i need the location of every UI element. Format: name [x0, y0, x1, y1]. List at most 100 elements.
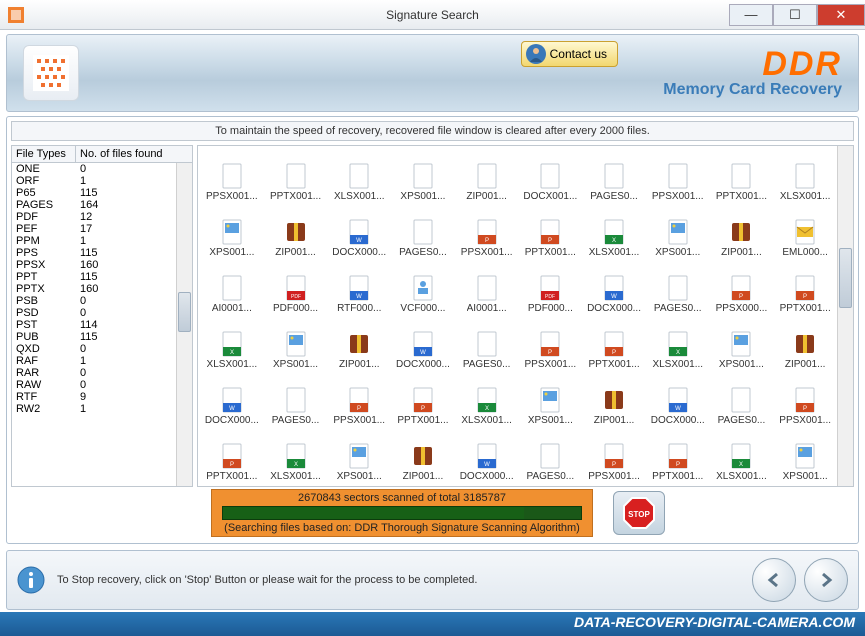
file-item[interactable]: EML000... — [773, 202, 837, 258]
filetype-row[interactable]: PSD0 — [12, 307, 192, 319]
col-count[interactable]: No. of files found — [76, 146, 192, 162]
file-item[interactable]: PPPTX001... — [646, 426, 710, 482]
file-item[interactable]: XPS001... — [391, 146, 455, 202]
file-item[interactable]: XLSX001... — [327, 146, 391, 202]
file-item[interactable]: PDFPDF000... — [264, 258, 328, 314]
file-item[interactable]: ZIP001... — [773, 314, 837, 370]
filetype-row[interactable]: RAF1 — [12, 355, 192, 367]
file-item[interactable]: XPS001... — [264, 314, 328, 370]
file-item[interactable]: WDOCX000... — [455, 426, 519, 482]
file-item[interactable]: DOCX001... — [519, 146, 583, 202]
file-item[interactable]: AI0001... — [200, 258, 264, 314]
file-item[interactable]: PPPTX001... — [519, 202, 583, 258]
filetype-row[interactable]: PUB115 — [12, 331, 192, 343]
left-scrollbar[interactable] — [176, 163, 192, 486]
file-item[interactable]: ZIP001... — [327, 314, 391, 370]
file-item[interactable]: PPPSX001... — [327, 370, 391, 426]
minimize-button[interactable]: — — [729, 4, 773, 26]
file-item[interactable]: PAGES0... — [582, 146, 646, 202]
file-item[interactable]: PAGES0... — [710, 370, 774, 426]
close-button[interactable]: ✕ — [817, 4, 865, 26]
filetype-row[interactable]: PPSX160 — [12, 259, 192, 271]
file-item[interactable]: WDOCX000... — [391, 314, 455, 370]
file-item[interactable]: AI0001... — [455, 258, 519, 314]
file-name: XLSX001... — [589, 247, 640, 258]
file-item[interactable]: XXLSX001... — [582, 202, 646, 258]
filetype-row[interactable]: RAR0 — [12, 367, 192, 379]
file-item[interactable]: XPS001... — [519, 370, 583, 426]
file-item[interactable]: XLSX001... — [773, 146, 837, 202]
file-item[interactable]: PPPTX001... — [200, 426, 264, 482]
filetype-row[interactable]: PPS115 — [12, 247, 192, 259]
contact-us-button[interactable]: Contact us — [521, 41, 618, 67]
file-item[interactable]: PPPTX001... — [391, 370, 455, 426]
file-item[interactable]: PPTX001... — [264, 146, 328, 202]
filetype-row[interactable]: PSB0 — [12, 295, 192, 307]
filetype-row[interactable]: P65115 — [12, 187, 192, 199]
file-item[interactable]: WRTF000... — [327, 258, 391, 314]
filetype-row[interactable]: RTF9 — [12, 391, 192, 403]
file-item[interactable]: PPPSX001... — [455, 202, 519, 258]
filetype-row[interactable]: PPT115 — [12, 271, 192, 283]
filetype-row[interactable]: ONE0 — [12, 163, 192, 175]
file-item[interactable]: XXLSX001... — [710, 426, 774, 482]
file-item[interactable]: XPS001... — [710, 314, 774, 370]
filetype-row[interactable]: RW21 — [12, 403, 192, 415]
filetype-row[interactable]: PAGES164 — [12, 199, 192, 211]
file-item[interactable]: PAGES0... — [264, 370, 328, 426]
file-item[interactable]: PAGES0... — [646, 258, 710, 314]
file-item[interactable]: PPPSX001... — [773, 370, 837, 426]
file-item[interactable]: PPPTX001... — [582, 314, 646, 370]
file-grid[interactable]: PPSX001...PPTX001...XLSX001...XPS001...Z… — [198, 146, 853, 486]
filetype-row[interactable]: PPM1 — [12, 235, 192, 247]
maximize-button[interactable]: ☐ — [773, 4, 817, 26]
file-item[interactable]: XXLSX001... — [646, 314, 710, 370]
file-item[interactable]: PPTX001... — [710, 146, 774, 202]
right-scrollbar[interactable] — [837, 146, 853, 486]
file-item[interactable]: VCF000... — [391, 258, 455, 314]
file-item[interactable]: XPS001... — [200, 202, 264, 258]
back-button[interactable] — [752, 558, 796, 602]
file-item[interactable]: ZIP001... — [582, 370, 646, 426]
file-item[interactable]: PPPTX001... — [773, 258, 837, 314]
col-filetypes[interactable]: File Types — [12, 146, 76, 162]
file-item[interactable]: WDOCX000... — [646, 370, 710, 426]
svg-text:P: P — [739, 294, 743, 300]
filetype-row[interactable]: QXD0 — [12, 343, 192, 355]
stop-button[interactable]: STOP — [613, 491, 665, 535]
filetype-row[interactable]: PEF17 — [12, 223, 192, 235]
filetype-row[interactable]: ORF1 — [12, 175, 192, 187]
file-item[interactable]: WDOCX000... — [327, 202, 391, 258]
svg-text:W: W — [356, 294, 362, 300]
file-name: AI0001... — [212, 303, 252, 314]
file-name: PPTX001... — [397, 415, 448, 426]
file-item[interactable]: XPS001... — [773, 426, 837, 482]
file-item[interactable]: XXLSX001... — [200, 314, 264, 370]
file-item[interactable]: PAGES0... — [391, 202, 455, 258]
file-item[interactable]: ZIP001... — [455, 146, 519, 202]
file-item[interactable]: WDOCX000... — [582, 258, 646, 314]
file-name: PPSX001... — [524, 359, 576, 370]
file-item[interactable]: ZIP001... — [391, 426, 455, 482]
filetype-row[interactable]: PST114 — [12, 319, 192, 331]
file-item[interactable]: XPS001... — [327, 426, 391, 482]
filetype-row[interactable]: RAW0 — [12, 379, 192, 391]
file-item[interactable]: ZIP001... — [710, 202, 774, 258]
filetype-row[interactable]: PDF12 — [12, 211, 192, 223]
file-item[interactable]: XXLSX001... — [264, 426, 328, 482]
file-item[interactable]: ZIP001... — [264, 202, 328, 258]
file-item[interactable]: PAGES0... — [455, 314, 519, 370]
file-item[interactable]: PPPSX000... — [710, 258, 774, 314]
file-item[interactable]: PPSX001... — [646, 146, 710, 202]
file-item[interactable]: PDFPDF000... — [519, 258, 583, 314]
file-item[interactable]: WDOCX000... — [200, 370, 264, 426]
file-item[interactable]: PAGES0... — [519, 426, 583, 482]
file-icon — [539, 443, 561, 469]
file-item[interactable]: PPPSX001... — [519, 314, 583, 370]
file-item[interactable]: PPPSX001... — [582, 426, 646, 482]
next-button[interactable] — [804, 558, 848, 602]
file-item[interactable]: PPSX001... — [200, 146, 264, 202]
file-item[interactable]: XPS001... — [646, 202, 710, 258]
file-item[interactable]: XXLSX001... — [455, 370, 519, 426]
filetype-row[interactable]: PPTX160 — [12, 283, 192, 295]
